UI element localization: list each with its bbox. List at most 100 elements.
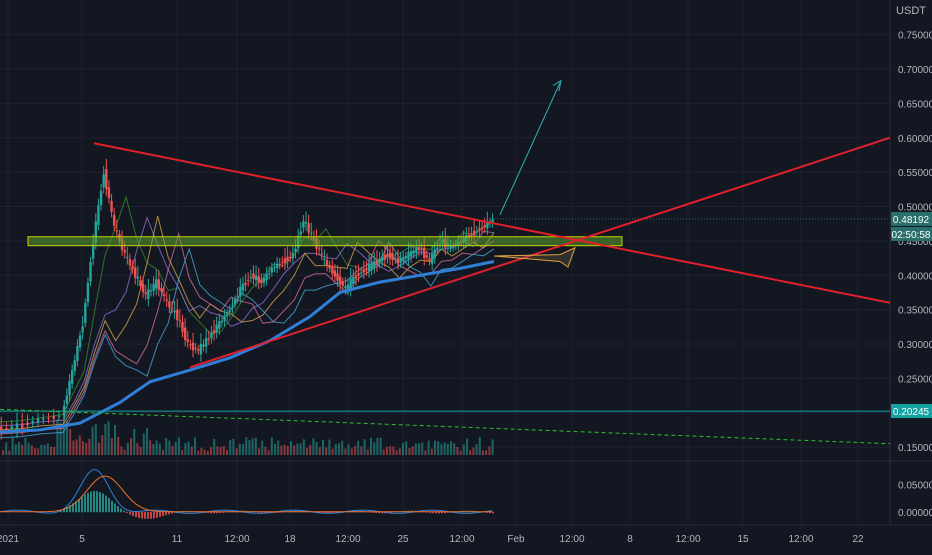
volume-bar [315, 441, 318, 455]
candle-body [147, 289, 150, 300]
volume-bar [34, 448, 36, 455]
candle-body [144, 292, 147, 295]
volume-bar [373, 442, 376, 455]
volume-bar [440, 444, 443, 455]
histogram-bar [96, 491, 98, 513]
candle-body [233, 299, 237, 305]
volume-bar [344, 448, 347, 455]
candle-body [210, 332, 213, 339]
candle-body [354, 275, 358, 279]
candle-body [436, 247, 439, 250]
volume-bar [354, 446, 356, 455]
volume-bar [443, 442, 446, 455]
candle-body [320, 253, 323, 255]
candle-body [260, 279, 263, 284]
candle-body [365, 268, 368, 271]
volume-bar [136, 443, 139, 455]
histogram-bar [141, 511, 143, 519]
candle-body [194, 347, 197, 349]
volume-bar [238, 443, 241, 455]
volume-bar [197, 450, 200, 455]
histogram-bar [162, 511, 164, 517]
volume-bar [139, 447, 142, 455]
candle-body [207, 338, 210, 340]
candle-body [291, 252, 295, 259]
candle-body [31, 420, 34, 424]
volume-bar [264, 446, 267, 455]
volume-bar [213, 438, 216, 455]
y-tick-label: 0.30000 [898, 340, 932, 351]
volume-bar [328, 439, 331, 455]
candle-body [170, 307, 174, 309]
candle-body [341, 282, 344, 286]
volume-bar [478, 437, 481, 455]
volume-bar [8, 450, 11, 455]
volume-bar [181, 450, 184, 455]
volume-bar [162, 449, 164, 455]
histogram-bar [105, 495, 107, 513]
candle-body [42, 418, 45, 420]
volume-bar [142, 433, 145, 455]
candle-body [470, 234, 473, 236]
volume-bar [178, 437, 180, 455]
volume-bar [261, 440, 264, 455]
volume-bar [43, 444, 46, 455]
candle-body [302, 221, 305, 228]
chart-root[interactable]: 0.75000 0.70000 0.65000 0.60000 0.55000 0.500… [0, 0, 932, 550]
histogram-bar [156, 511, 158, 518]
candle-body [134, 267, 137, 278]
y-tick-label: 0.50000 [898, 203, 932, 214]
volume-bar [30, 445, 33, 455]
volume-bar [424, 450, 427, 455]
candle-body [286, 256, 289, 262]
volume-bar [72, 440, 75, 455]
volume-bar [155, 440, 158, 455]
candle-body [160, 288, 163, 292]
volume-bar [165, 438, 168, 455]
volume-bar [274, 443, 276, 455]
volume-bar [437, 441, 440, 455]
volume-bar [293, 445, 296, 455]
candle-body [68, 381, 71, 396]
x-tick-label: 12:00 [559, 534, 584, 545]
y-tick-label: 0.15000 [898, 443, 932, 454]
histogram-bar [99, 492, 101, 513]
volume-bar [101, 435, 104, 455]
candle-body [304, 222, 308, 224]
x-tick-label: 8 [627, 534, 633, 545]
candle-body [73, 360, 76, 371]
volume-bar [94, 424, 97, 455]
histogram-bar [150, 511, 152, 519]
candle-body [257, 276, 260, 283]
volume-bar [306, 447, 308, 455]
volume-bar [389, 446, 392, 455]
candle-body [328, 265, 331, 269]
volume-bar [152, 444, 155, 455]
volume-bar [414, 443, 417, 455]
candle-body [310, 232, 313, 234]
candle-body [472, 230, 476, 236]
volume-bar [226, 449, 228, 455]
candle-body [278, 263, 281, 265]
volume-bar [18, 441, 20, 455]
candle-body [84, 302, 87, 324]
candle-body [215, 324, 218, 333]
candle-body [409, 250, 413, 257]
volume-bar [395, 450, 398, 455]
volume-bar [248, 440, 251, 455]
volume-bar [434, 440, 436, 455]
candle-body [475, 231, 479, 233]
volume-bar [11, 437, 14, 455]
histogram-bar [147, 511, 149, 519]
candle-body [239, 286, 242, 297]
price-chart[interactable]: 0.75000 0.70000 0.65000 0.60000 0.55000 0.500… [0, 0, 932, 550]
candle-body [149, 290, 153, 292]
volume-bar [98, 442, 100, 455]
volume-bar [114, 425, 116, 455]
volume-bar [158, 443, 161, 455]
candle-body [270, 267, 274, 273]
volume-bar [296, 443, 299, 455]
candle-body [36, 418, 40, 423]
candle-body [386, 253, 389, 258]
candle-body [141, 283, 145, 293]
